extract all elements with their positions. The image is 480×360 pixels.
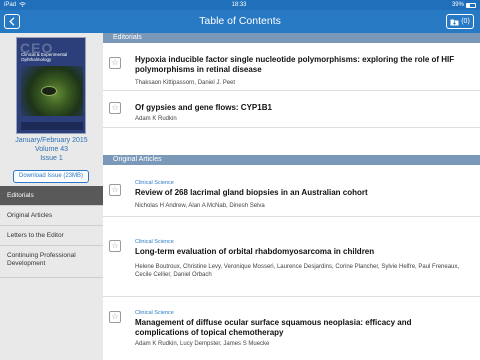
cart-count: (0): [461, 18, 470, 25]
cover-title: Clinical & Experimental Ophthalmology: [21, 52, 68, 62]
download-folder-icon: [450, 19, 459, 25]
article-title: Hypoxia inducible factor single nucleoti…: [135, 55, 455, 74]
article-authors: Adam K Rudkin: [135, 116, 177, 122]
article-item[interactable]: ☆ Clinical Science Review of 268 lacrima…: [103, 165, 480, 217]
article-item[interactable]: ☆ Clinical Science Long-term evaluation …: [103, 217, 480, 297]
status-bar: iPad 18:33 39%: [0, 0, 480, 10]
article-title: Review of 268 lacrimal gland biopsies in…: [135, 188, 368, 197]
star-icon[interactable]: ☆: [109, 184, 121, 196]
status-time: 18:33: [231, 2, 247, 8]
article-authors: Nicholas H Andrew, Alan A McNab, Dinesh …: [135, 203, 265, 209]
issue-number: Issue 1: [40, 155, 63, 162]
sidebar-item-label: Continuing Professional Development: [7, 252, 76, 267]
article-item[interactable]: ☆ Of gypsies and gene flows: CYP1B1 Adam…: [103, 91, 480, 128]
cover-artwork: [21, 66, 83, 116]
sidebar-item-label: Original Articles: [7, 212, 53, 219]
article-title: Of gypsies and gene flows: CYP1B1: [135, 103, 272, 112]
star-icon[interactable]: ☆: [109, 311, 121, 323]
article-title: Long-term evaluation of orbital rhabdomy…: [135, 247, 375, 256]
sidebar-item-cpd[interactable]: Continuing Professional Development: [0, 246, 103, 278]
article-authors: Adam K Rudkin, Lucy Dempster, James S Mu…: [135, 341, 270, 347]
sidebar-item-editorials[interactable]: Editorials: [0, 186, 103, 206]
star-icon[interactable]: ☆: [109, 102, 121, 114]
page-title: Table of Contents: [199, 15, 281, 27]
sidebar-item-letters[interactable]: Letters to the Editor: [0, 226, 103, 246]
section-header-original-articles: Original Articles: [103, 155, 480, 165]
carrier-label: iPad: [4, 2, 17, 8]
table-of-contents: Editorials ☆ Hypoxia inducible factor si…: [103, 33, 480, 360]
journal-cover-image[interactable]: CEO Clinical & Experimental Ophthalmolog…: [16, 37, 86, 134]
article-item[interactable]: ☆ Hypoxia inducible factor single nucleo…: [103, 43, 480, 91]
cart-button[interactable]: (0): [446, 14, 474, 29]
star-icon[interactable]: ☆: [109, 57, 121, 69]
article-title: Management of diffuse ocular surface squ…: [135, 318, 412, 337]
article-authors: Helene Boutroux, Christine Levy, Veroniq…: [135, 264, 460, 278]
sidebar-item-original-articles[interactable]: Original Articles: [0, 206, 103, 226]
issue-date: January/February 2015: [15, 137, 88, 144]
article-category: Clinical Science: [135, 310, 174, 316]
battery-percent: 39%: [451, 2, 464, 8]
download-issue-button[interactable]: Download Issue (23MB): [13, 170, 89, 183]
article-category: Clinical Science: [135, 180, 174, 186]
wifi-icon: [19, 1, 26, 9]
sidebar-item-label: Letters to the Editor: [7, 232, 64, 239]
section-header-editorials: Editorials: [103, 33, 480, 43]
article-item[interactable]: ☆ Clinical Science Management of diffuse…: [103, 297, 480, 360]
star-icon[interactable]: ☆: [109, 240, 121, 252]
article-category: Clinical Science: [135, 239, 174, 245]
issue-volume: Volume 43: [34, 146, 69, 153]
cover-footer: [21, 122, 83, 130]
article-authors: Thaksaon Kittipassorn, Daniel J. Peet: [135, 80, 236, 86]
sidebar-item-label: Editorials: [7, 192, 34, 199]
battery-icon: [465, 2, 476, 8]
navigation-bar: Table of Contents (0): [0, 10, 480, 33]
sidebar: CEO Clinical & Experimental Ophthalmolog…: [0, 33, 103, 360]
